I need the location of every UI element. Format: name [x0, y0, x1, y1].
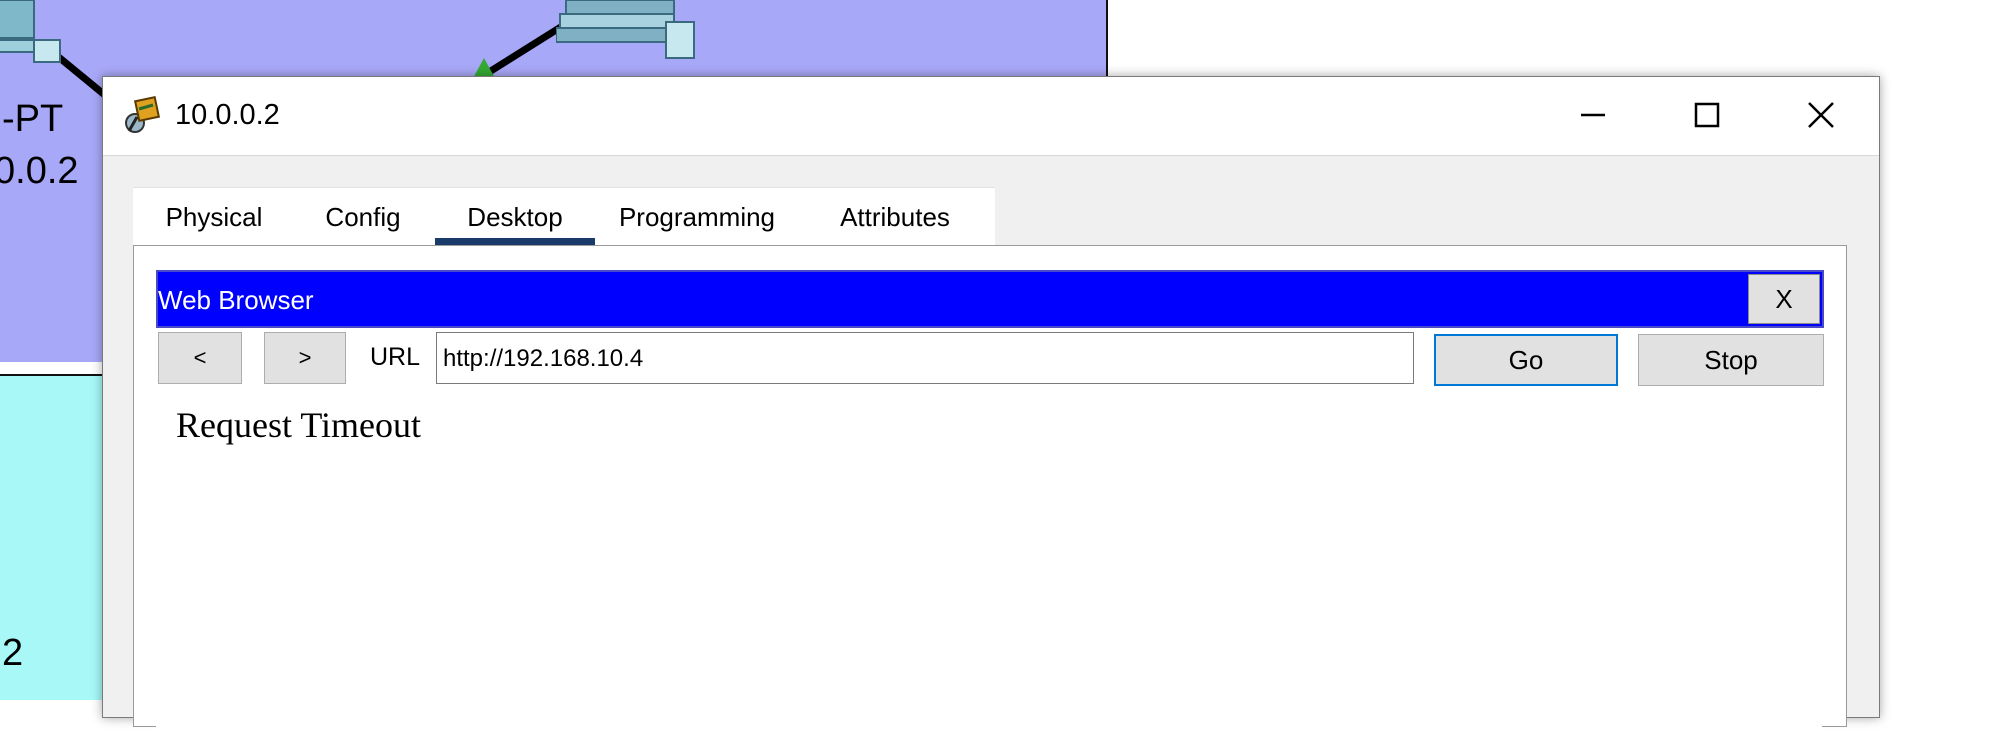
web-browser-title: Web Browser — [158, 285, 314, 315]
device-label-lower: 2 — [2, 632, 24, 674]
window-title: 10.0.0.2 — [175, 99, 280, 131]
minimize-icon — [1581, 113, 1605, 117]
forward-button[interactable]: > — [264, 332, 346, 384]
device-label: -PT — [2, 98, 64, 140]
tab-attributes[interactable]: Attributes — [795, 188, 995, 246]
url-label: URL — [370, 343, 421, 371]
tab-desktop[interactable]: Desktop — [435, 188, 595, 248]
desktop-panel: Web Browser X < > URL http://192.168.10.… — [133, 245, 1847, 732]
pc-icon — [125, 95, 161, 133]
browser-close-button[interactable]: X — [1748, 274, 1820, 324]
close-button[interactable] — [1765, 77, 1877, 155]
maximize-icon — [1694, 102, 1720, 128]
device-window: 10.0.0.2 Physical Config Desktop Program… — [102, 76, 1880, 732]
pc-icon[interactable] — [0, 0, 70, 70]
device-ip-label: 0.0.2 — [0, 150, 79, 192]
workspace-divider — [0, 362, 110, 372]
url-input[interactable]: http://192.168.10.4 — [436, 332, 1414, 384]
close-icon — [1808, 102, 1834, 128]
page-content-text: Request Timeout — [176, 405, 422, 445]
tab-physical[interactable]: Physical — [133, 188, 295, 246]
browser-page-view[interactable]: Request Timeout — [156, 392, 1822, 732]
router-icon[interactable] — [556, 0, 706, 64]
maximize-button[interactable] — [1651, 77, 1763, 155]
stop-button[interactable]: Stop — [1638, 334, 1824, 386]
go-button[interactable]: Go — [1434, 334, 1618, 386]
back-button[interactable]: < — [158, 332, 242, 384]
tab-programming[interactable]: Programming — [599, 188, 795, 246]
tab-config[interactable]: Config — [295, 188, 431, 246]
minimize-button[interactable] — [1537, 77, 1649, 155]
window-titlebar[interactable]: 10.0.0.2 — [103, 77, 1879, 156]
tab-strip: Physical Config Desktop Programming Attr… — [133, 187, 995, 248]
web-browser-titlebar: Web Browser X — [156, 270, 1824, 328]
